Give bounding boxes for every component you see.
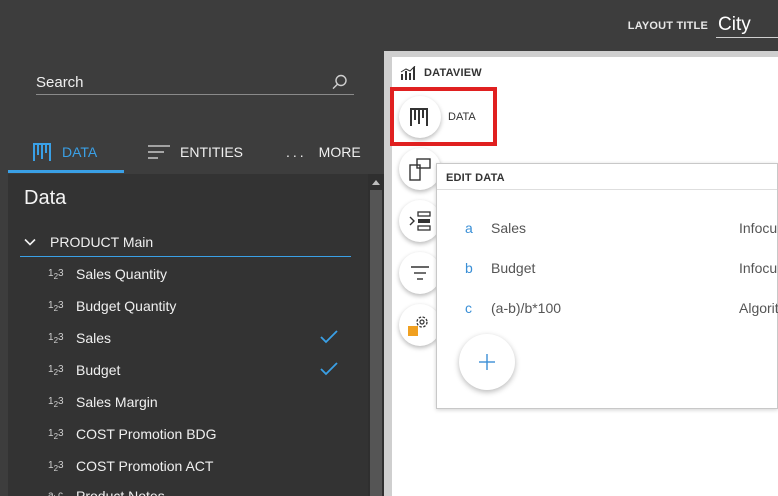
row-letter: c	[465, 300, 472, 316]
field-label: COST Promotion ACT	[76, 458, 214, 474]
numeric-type-icon: 123	[48, 299, 64, 313]
field-label: Sales Margin	[76, 394, 158, 410]
edit-data-title: EDIT DATA	[446, 172, 505, 184]
row-letter: a	[465, 220, 473, 236]
settings-gear-icon	[408, 316, 428, 336]
dataview-header: DATAVIEW	[400, 66, 482, 80]
layout-title-input[interactable]: City	[716, 14, 778, 38]
field-item[interactable]: 123 Sales Quantity	[48, 262, 348, 286]
field-label: Budget	[76, 362, 121, 378]
panel-tabs: DATA ENTITIES ... MORE	[8, 130, 378, 174]
numeric-type-icon: 123	[48, 363, 64, 377]
layout-panels-icon	[409, 158, 431, 181]
row-name: Budget	[491, 260, 536, 276]
numeric-type-icon: 123	[48, 427, 64, 441]
numeric-type-icon: 123	[48, 267, 64, 281]
scrollbar[interactable]	[368, 174, 384, 496]
data-row[interactable]: b Budget Infocube	[437, 260, 778, 280]
field-item[interactable]: abc Product Notes	[48, 484, 348, 496]
tab-more[interactable]: ... MORE	[286, 130, 361, 173]
field-label: Budget Quantity	[76, 298, 177, 314]
group-product-main[interactable]: PRODUCT Main	[20, 228, 351, 257]
filter-button[interactable]	[399, 252, 441, 294]
edit-data-panel: EDIT DATA a Sales Infocube b Budget Info…	[436, 163, 778, 409]
field-item[interactable]: 123 COST Promotion ACT	[48, 454, 348, 478]
search-icon[interactable]	[332, 74, 348, 90]
row-letter: b	[465, 260, 473, 276]
edit-data-header: EDIT DATA	[437, 164, 777, 190]
scroll-thumb[interactable]	[370, 190, 382, 496]
hierarchy-button[interactable]	[399, 200, 441, 242]
layout-button[interactable]	[399, 148, 441, 190]
expand-tree-icon	[409, 211, 431, 231]
data-grid-icon	[33, 142, 51, 161]
active-tab-indicator	[8, 170, 124, 173]
chart-bars-icon	[400, 66, 416, 80]
field-label: Product Notes	[76, 488, 165, 496]
row-source: Infocube	[739, 220, 778, 236]
settings-button[interactable]	[399, 304, 441, 346]
data-button-label[interactable]: DATA	[448, 111, 476, 123]
numeric-type-icon: 123	[48, 331, 64, 345]
tab-more-label: MORE	[318, 143, 361, 160]
field-item[interactable]: 123 Sales Margin	[48, 390, 348, 414]
plus-icon	[479, 354, 495, 370]
field-label: COST Promotion BDG	[76, 426, 217, 442]
list-lines-icon	[148, 144, 170, 159]
highlight-frame	[390, 87, 497, 146]
filter-icon	[411, 266, 429, 280]
numeric-type-icon: 123	[48, 459, 64, 473]
checkmark-icon[interactable]	[320, 362, 338, 376]
data-row[interactable]: c (a-b)/b*100 Algorithm	[437, 300, 778, 320]
checkmark-icon[interactable]	[320, 330, 338, 344]
row-source: Infocube	[739, 260, 778, 276]
field-label: Sales Quantity	[76, 266, 168, 282]
layout-title-label: LAYOUT TITLE	[627, 20, 708, 32]
tab-data[interactable]: DATA	[32, 130, 97, 173]
data-heading: Data	[24, 187, 67, 209]
chevron-down-icon[interactable]	[24, 236, 36, 248]
group-label: PRODUCT Main	[50, 234, 154, 250]
numeric-type-icon: 123	[48, 395, 64, 409]
dataview-title: DATAVIEW	[424, 67, 482, 79]
row-name: (a-b)/b*100	[491, 300, 562, 316]
search-bar[interactable]: Search	[36, 70, 354, 95]
ellipsis-icon: ...	[286, 143, 307, 160]
field-item[interactable]: 123 COST Promotion BDG	[48, 422, 348, 446]
data-row[interactable]: a Sales Infocube	[437, 220, 778, 240]
tab-entities-label: ENTITIES	[180, 143, 244, 160]
field-item[interactable]: 123 Sales	[48, 326, 348, 350]
field-item[interactable]: 123 Budget	[48, 358, 348, 382]
tab-entities[interactable]: ENTITIES	[148, 130, 243, 173]
layout-title: LAYOUT TITLE City	[628, 14, 778, 38]
scroll-up-icon[interactable]	[372, 180, 380, 185]
row-name: Sales	[491, 220, 527, 236]
field-label: Sales	[76, 330, 112, 346]
tab-data-label: DATA	[62, 143, 98, 160]
add-data-button[interactable]	[459, 334, 515, 390]
text-type-icon: abc	[48, 489, 64, 496]
search-input[interactable]: Search	[36, 74, 84, 91]
field-item[interactable]: 123 Budget Quantity	[48, 294, 348, 318]
row-source: Algorithm	[739, 300, 778, 316]
